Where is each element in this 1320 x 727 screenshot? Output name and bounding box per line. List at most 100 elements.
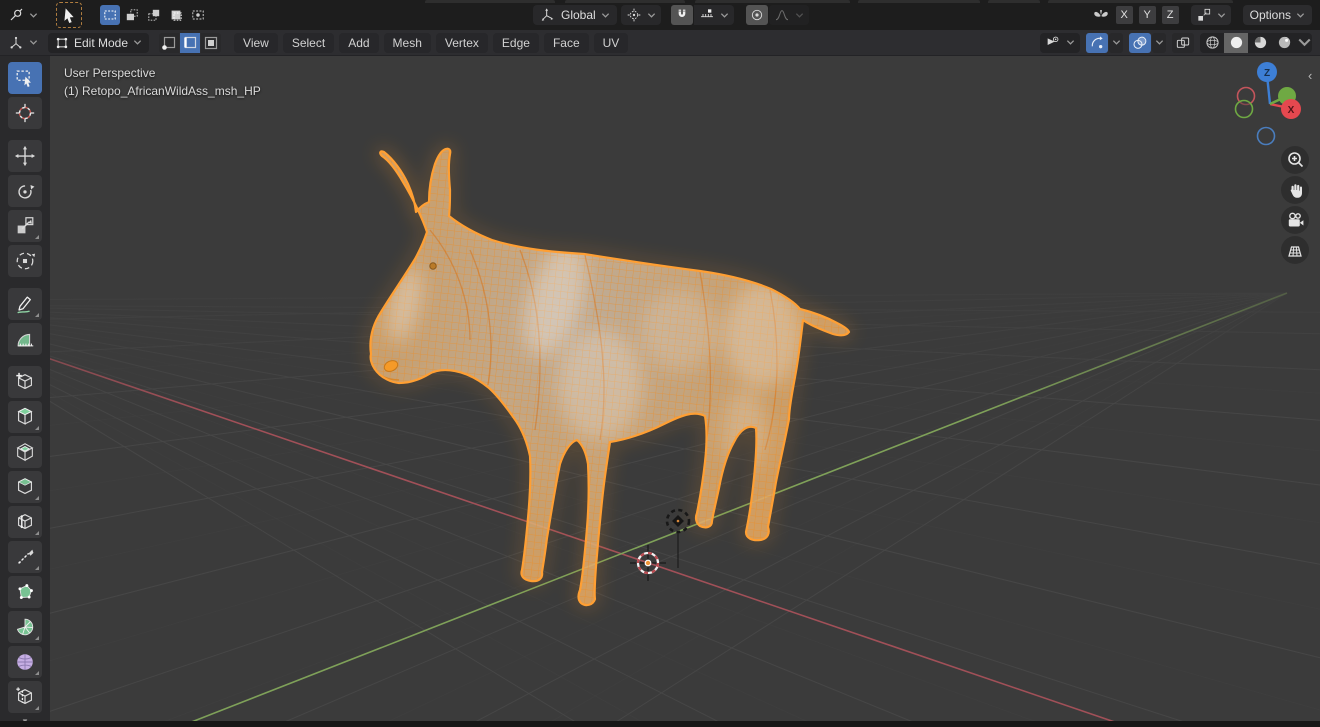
proportional-edit-toggle[interactable] — [745, 5, 768, 25]
overlays-dropdown[interactable] — [1152, 32, 1166, 53]
tool-poly-build[interactable] — [8, 576, 42, 608]
menu-add[interactable]: Add — [339, 32, 379, 53]
select-mode-edge[interactable] — [180, 32, 201, 53]
shading-solid-button[interactable] — [1224, 32, 1248, 53]
mirror-icon — [1092, 6, 1110, 24]
pivot-dropdown[interactable] — [620, 5, 661, 25]
tool-annotate[interactable] — [8, 288, 42, 320]
proportional-edit-icon — [749, 7, 765, 23]
gizmo-z-label: Z — [1264, 68, 1270, 79]
view3d-editor-icon — [8, 35, 24, 51]
tool-inset-faces[interactable] — [8, 436, 42, 468]
topbar: Global X Y Z Options — [0, 0, 1320, 30]
snap-toggle-button[interactable] — [670, 5, 693, 25]
select-option-group — [100, 5, 208, 25]
show-object-types-dropdown[interactable] — [1040, 32, 1080, 53]
nav-pan-button[interactable] — [1281, 176, 1309, 204]
menu-face[interactable]: Face — [543, 32, 589, 53]
toolbar: ▾ — [0, 56, 50, 726]
select-option-new-selection[interactable] — [100, 5, 120, 25]
xray-icon — [1175, 35, 1191, 51]
overlays-icon — [1132, 35, 1148, 51]
tool-edge-slide[interactable] — [8, 681, 42, 713]
chevron-down-icon — [29, 39, 38, 46]
select-option-invert[interactable] — [166, 5, 186, 25]
tool-measure[interactable] — [8, 323, 42, 355]
tool-bevel[interactable] — [8, 471, 42, 503]
viewport-header: Edit Mode View Select Add Mesh Vertex Edge Fac… — [0, 30, 1320, 56]
tool-smooth[interactable] — [8, 646, 42, 678]
chevron-down-icon — [795, 12, 804, 19]
tool-select-box[interactable] — [8, 62, 42, 94]
chevron-down-icon — [133, 39, 142, 46]
shading-wire-button[interactable] — [1200, 33, 1224, 53]
snap-base-icon — [1196, 7, 1212, 23]
chevron-down-icon — [720, 12, 729, 19]
tool-add-cube[interactable] — [8, 366, 42, 398]
menu-mesh[interactable]: Mesh — [383, 32, 431, 53]
tool-scale[interactable] — [8, 210, 42, 242]
snap-target-dropdown[interactable] — [693, 5, 734, 25]
menu-uv[interactable]: UV — [593, 32, 629, 53]
nav-zoom-button[interactable] — [1281, 146, 1309, 174]
mirror-z-button[interactable]: Z — [1161, 6, 1179, 24]
tool-transform[interactable] — [8, 245, 42, 277]
header-menubar: View Select Add Mesh Vertex Edge Face UV — [229, 32, 629, 53]
tool-rotate[interactable] — [8, 175, 42, 207]
editor-type-button[interactable] — [6, 5, 40, 25]
xray-toggle[interactable] — [1172, 32, 1194, 53]
snap-base-dropdown[interactable] — [1190, 5, 1231, 25]
select-mode-vertex[interactable] — [159, 32, 180, 53]
menu-edge[interactable]: Edge — [492, 32, 539, 53]
status-bar-edge — [0, 721, 1320, 727]
menu-view[interactable]: View — [234, 32, 278, 53]
workspace-tab-remnant — [988, 0, 1040, 3]
gizmo-icon — [1089, 35, 1105, 51]
tool-extrude-region[interactable] — [8, 401, 42, 433]
options-label: Options — [1249, 8, 1291, 22]
active-object-name: (1) Retopo_AfricanWildAss_msh_HP — [64, 84, 261, 98]
shading-mode-group — [1200, 32, 1312, 53]
eye — [429, 262, 437, 270]
workspace-tab-remnant — [858, 0, 980, 3]
mode-dropdown[interactable]: Edit Mode — [48, 32, 150, 53]
viewport-3d[interactable] — [0, 0, 1320, 721]
orientation-icon — [540, 7, 556, 23]
chevron-down-icon — [1217, 12, 1226, 19]
mirror-y-button[interactable]: Y — [1138, 6, 1156, 24]
tool-knife[interactable] — [8, 541, 42, 573]
active-tool-indicator[interactable] — [56, 2, 82, 28]
tool-loop-cut[interactable] — [8, 506, 42, 538]
tool-cursor[interactable] — [8, 97, 42, 129]
gizmo-y-neg-ball[interactable] — [1234, 99, 1254, 119]
overlays-toggle[interactable] — [1129, 32, 1151, 53]
chevron-down-icon — [647, 12, 656, 19]
nav-camera-button[interactable] — [1281, 206, 1309, 234]
gizmo-z-neg-ball[interactable] — [1256, 126, 1276, 146]
select-option-intersect[interactable] — [188, 5, 208, 25]
tool-spin[interactable] — [8, 611, 42, 643]
navigation-gizmo[interactable]: Z X — [1225, 58, 1320, 153]
select-mode-face[interactable] — [201, 32, 222, 53]
menu-vertex[interactable]: Vertex — [435, 32, 488, 53]
tool-editor-icon — [8, 7, 24, 23]
shading-material-button[interactable] — [1248, 33, 1272, 53]
select-option-subtract[interactable] — [144, 5, 164, 25]
gizmos-dropdown[interactable] — [1109, 32, 1123, 53]
shading-rendered-button[interactable] — [1272, 33, 1296, 53]
increment-snap-icon — [699, 7, 715, 23]
sidebar-toggle-arrow[interactable]: ‹ — [1308, 68, 1312, 83]
options-dropdown[interactable]: Options — [1242, 5, 1312, 25]
nav-ortho-button[interactable] — [1281, 236, 1309, 264]
mirror-x-button[interactable]: X — [1115, 6, 1133, 24]
editor-type-button-3dview[interactable] — [6, 33, 40, 53]
gizmo-x-label: X — [1288, 105, 1295, 116]
tool-move[interactable] — [8, 140, 42, 172]
select-option-extend[interactable] — [122, 5, 142, 25]
shading-dropdown[interactable] — [1296, 33, 1312, 53]
proportional-falloff-dropdown[interactable] — [768, 5, 809, 25]
gizmos-toggle[interactable] — [1086, 32, 1108, 53]
orientation-dropdown[interactable]: Global — [533, 5, 617, 25]
menu-select[interactable]: Select — [282, 32, 335, 53]
pivot-icon — [626, 7, 642, 23]
